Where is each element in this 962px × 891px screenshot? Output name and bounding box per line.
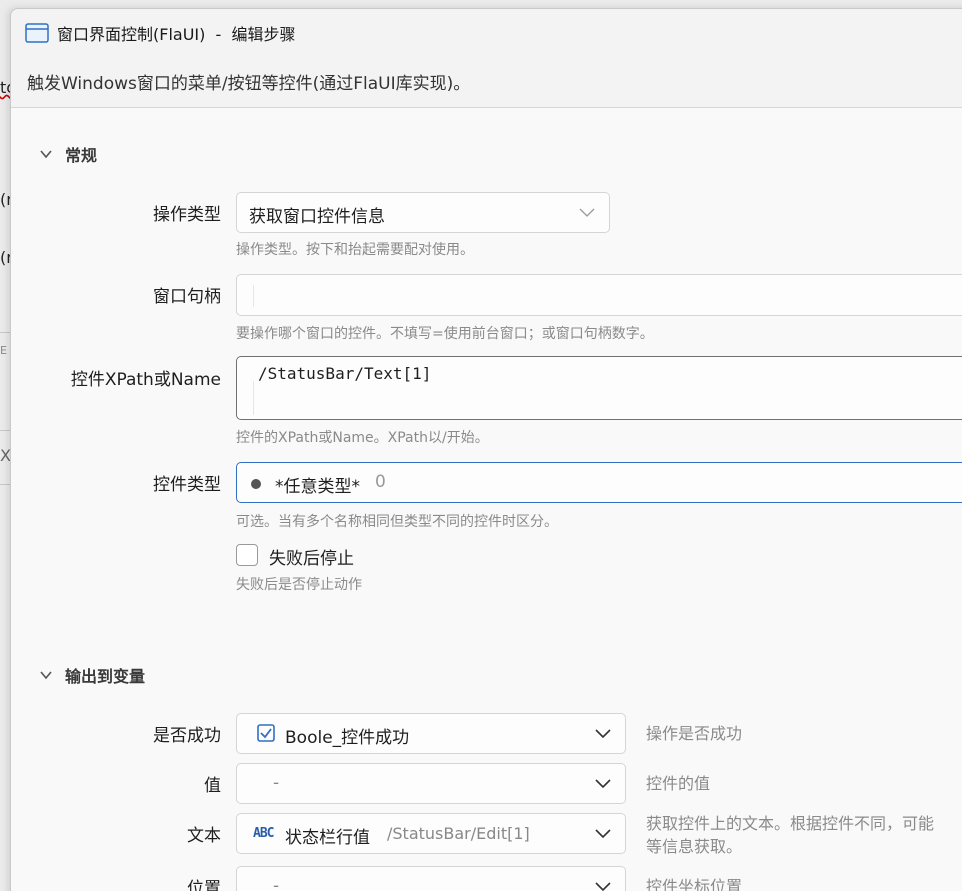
text-side-hint: 获取控件上的文本。根据控件不同，可能 — [646, 814, 935, 833]
chevron-down-icon — [40, 671, 52, 680]
chevron-down-icon — [595, 728, 611, 738]
handle-hint: 要操作哪个窗口的控件。不填写=使用前台窗口；或窗口句柄数字。 — [236, 326, 654, 342]
value-value: - — [273, 773, 280, 793]
chevron-down-icon — [40, 150, 52, 159]
stop-on-fail-label[interactable]: 失败后停止 — [269, 544, 354, 569]
stop-on-fail-hint: 失败后是否停止动作 — [236, 577, 362, 593]
xpath-textarea[interactable]: /StatusBar/Text[1] — [236, 356, 962, 420]
xpath-hint: 控件的XPath或Name。XPath以/开始。 — [236, 430, 489, 446]
chevron-down-icon — [595, 778, 611, 788]
text-side-hint-2: 等信息获取。 — [646, 837, 743, 856]
text-label: 文本 — [187, 826, 221, 846]
text-variable-select[interactable]: ABC 状态栏行值 /StatusBar/Edit[1] — [236, 813, 626, 854]
section-output-title: 输出到变量 — [65, 667, 146, 686]
form-content: 常规 操作类型 获取窗口控件信息 操作类型。按下和抬起需要配对使用。 窗口句柄 … — [11, 108, 962, 891]
section-output-header[interactable]: 输出到变量 — [39, 663, 145, 687]
window-app-icon — [25, 23, 49, 43]
chevron-down-icon — [595, 881, 611, 891]
chevron-down-icon — [595, 828, 611, 838]
ctrl-type-extra: 0 — [375, 472, 386, 492]
edit-step-dialog: 窗口界面控制(FlaUI) - 编辑步骤 触发Windows窗口的菜单/按钮等控… — [10, 8, 962, 891]
ctrl-type-input[interactable]: *任意类型* 0 — [236, 462, 962, 503]
dialog-title: 窗口界面控制(FlaUI) - 编辑步骤 — [57, 25, 296, 44]
background-text-fragment: E — [0, 344, 7, 357]
success-side-hint: 操作是否成功 — [646, 724, 743, 743]
text-extra: /StatusBar/Edit[1] — [387, 824, 530, 843]
op-type-hint: 操作类型。按下和抬起需要配对使用。 — [236, 242, 474, 258]
value-label: 值 — [204, 776, 221, 796]
abc-icon: ABC — [253, 826, 275, 841]
xpath-label: 控件XPath或Name — [70, 370, 221, 390]
success-value: Boole_控件成功 — [285, 728, 410, 748]
checkbox-icon — [257, 724, 275, 742]
dialog-description: 触发Windows窗口的菜单/按钮等控件(通过FlaUI库实现)。 — [27, 74, 471, 94]
handle-label: 窗口句柄 — [153, 287, 221, 307]
value-side-hint: 控件的值 — [646, 774, 711, 793]
section-general-title: 常规 — [65, 146, 98, 165]
title-bar[interactable]: 窗口界面控制(FlaUI) - 编辑步骤 — [11, 9, 962, 55]
input-gutter — [253, 381, 254, 415]
xpath-value: /StatusBar/Text[1] — [258, 364, 432, 383]
window-handle-input[interactable] — [236, 274, 962, 316]
section-general-header[interactable]: 常规 — [39, 142, 97, 166]
success-variable-select[interactable]: Boole_控件成功 — [236, 713, 626, 754]
success-label: 是否成功 — [153, 726, 221, 746]
chevron-down-icon — [579, 208, 595, 217]
position-label: 位置 — [187, 879, 221, 891]
text-value: 状态栏行值 — [285, 828, 370, 848]
ctrl-type-label: 控件类型 — [153, 475, 221, 495]
position-value: - — [273, 876, 280, 891]
position-side-hint: 控件坐标位置 — [646, 877, 743, 891]
ctrl-type-hint: 可选。当有多个名称相同但类型不同的控件时区分。 — [236, 514, 558, 530]
value-variable-select[interactable]: - — [236, 763, 626, 804]
input-gutter — [253, 285, 254, 307]
ctrl-type-value: *任意类型* — [275, 477, 360, 497]
op-type-select[interactable]: 获取窗口控件信息 — [236, 192, 610, 233]
position-variable-select[interactable]: - — [236, 866, 626, 891]
op-type-label: 操作类型 — [153, 205, 221, 225]
op-type-value: 获取窗口控件信息 — [249, 207, 385, 227]
type-dot-icon — [251, 479, 261, 489]
stop-on-fail-checkbox[interactable] — [236, 544, 258, 566]
